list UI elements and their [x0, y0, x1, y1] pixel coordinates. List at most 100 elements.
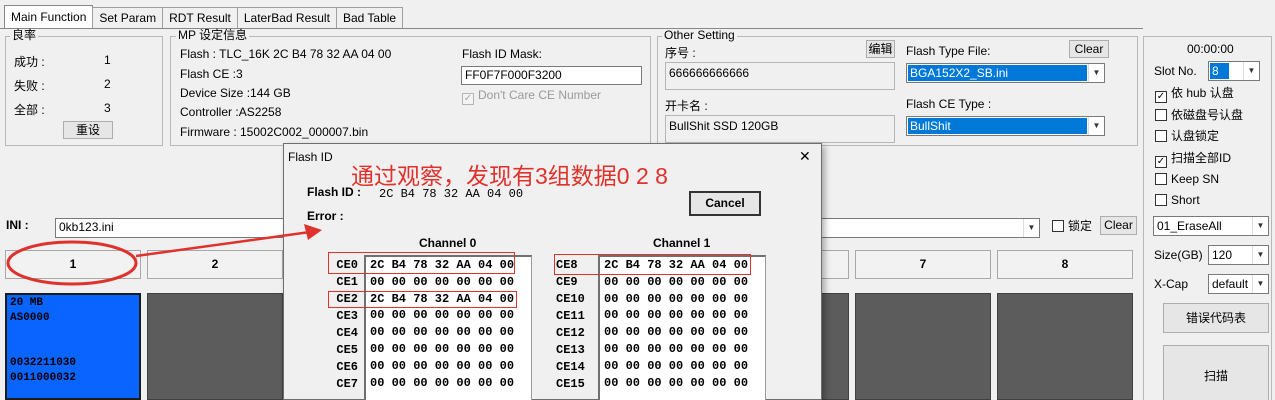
slot-header-6[interactable] [818, 250, 849, 279]
ce-label: CE11 [556, 309, 585, 323]
scan-all-label: 扫描全部ID [1171, 151, 1232, 165]
xcap-value: default [1212, 277, 1249, 291]
fail-label: 失败 : [14, 79, 45, 93]
ce-label: CE4 [336, 326, 358, 340]
flash-type-value: BGA152X2_SB.ini [908, 65, 1087, 81]
xcap-select[interactable]: default ▼ [1208, 274, 1269, 294]
error-code-button[interactable]: 错误代码表 [1163, 303, 1269, 333]
flash-ce-type-select[interactable]: BullShit ▼ [906, 116, 1105, 136]
lock-label: 认盘锁定 [1171, 129, 1220, 143]
ce-value-row: 00 00 00 00 00 00 00 [604, 325, 749, 340]
cancel-button[interactable]: Cancel [689, 191, 761, 216]
total-label: 全部 : [14, 103, 45, 117]
hub-checkbox[interactable]: ✓ 依 hub 认盘 [1155, 86, 1234, 103]
flash-type-clear-button[interactable]: Clear [1069, 40, 1109, 58]
slot-no-label: Slot No. [1154, 64, 1197, 78]
scan-button[interactable]: 扫描 [1163, 345, 1269, 400]
ce-label: CE12 [556, 326, 585, 340]
flash-type-select[interactable]: BGA152X2_SB.ini ▼ [906, 63, 1105, 83]
other-setting-title: Other Setting [662, 28, 737, 42]
slot-no-value: 8 [1210, 63, 1229, 79]
slot-header-7[interactable]: 7 [855, 250, 991, 279]
size-label: Size(GB) [1154, 248, 1203, 262]
chevron-down-icon[interactable]: ▼ [1088, 64, 1104, 82]
serial-field[interactable]: 666666666666 [665, 62, 895, 90]
tab-bar: Main Function Set Param RDT Result Later… [4, 5, 404, 29]
slot-panel-6[interactable] [818, 293, 849, 400]
tab-divider [0, 28, 1143, 29]
dont-care-ce-checkbox[interactable]: ✓ Don't Care CE Number [462, 88, 601, 105]
chevron-down-icon[interactable]: ▼ [1252, 217, 1268, 235]
tab-laterbad-result[interactable]: LaterBad Result [236, 7, 337, 28]
ce-label: CE10 [556, 292, 585, 306]
flash-info: Flash : TLC_16K 2C B4 78 32 AA 04 00 [180, 47, 392, 61]
chevron-down-icon[interactable]: ▼ [1252, 275, 1268, 293]
checkbox-icon [1155, 109, 1167, 121]
checkbox-icon [1155, 173, 1167, 185]
edit-button[interactable]: 编辑 [866, 40, 895, 58]
scan-all-checkbox[interactable]: ✓ 扫描全部ID [1155, 151, 1231, 168]
yield-group-title: 良率 [10, 28, 39, 42]
flash-ce-type-value: BullShit [908, 118, 1087, 134]
timer: 00:00:00 [1187, 42, 1234, 56]
close-icon[interactable]: ✕ [799, 148, 811, 165]
lock-checkbox[interactable]: 认盘锁定 [1155, 129, 1219, 143]
slot-header-8[interactable]: 8 [997, 250, 1133, 279]
channel1-ce-labels: CE8 CE9 CE10 CE11 CE12 CE13 CE14 CE15 [556, 257, 596, 393]
firmware-info: Firmware : 15002C002_000007.bin [180, 125, 369, 139]
channel1-values-box: 2C B4 78 32 AA 04 00 00 00 00 00 00 00 0… [598, 255, 766, 400]
keep-sn-checkbox[interactable]: Keep SN [1155, 172, 1219, 186]
reset-button[interactable]: 重设 [63, 121, 113, 139]
ce-value-row: 00 00 00 00 00 00 00 [604, 358, 749, 373]
short-checkbox[interactable]: Short [1155, 193, 1200, 207]
total-value: 3 [104, 101, 111, 115]
ce-label: CE7 [336, 377, 358, 391]
ce-label: CE3 [336, 309, 358, 323]
ini-select[interactable]: ▼ [820, 218, 1040, 238]
channel0-ce-labels: CE0 CE1 CE2 CE3 CE4 CE5 CE6 CE7 [322, 257, 358, 393]
slot1-line: 0032211030 [10, 357, 77, 369]
slot-panel-1[interactable]: 20 MB AS0000 0032211030 0011000032 [5, 293, 141, 400]
ce-label: CE9 [556, 275, 578, 289]
serial-label: 序号 : [665, 46, 696, 60]
slot-panel-7[interactable] [855, 293, 991, 400]
chevron-down-icon[interactable]: ▼ [1088, 117, 1104, 135]
chevron-down-icon[interactable]: ▼ [1243, 62, 1259, 80]
flash-id-value: 2C B4 78 32 AA 04 00 [379, 187, 524, 201]
flash-id-mask-input[interactable]: FF0F7F000F3200 [461, 66, 642, 85]
checkbox-checked-icon: ✓ [1155, 91, 1167, 103]
ce-label: CE15 [556, 377, 585, 391]
slot1-line [10, 342, 136, 357]
chevron-down-icon[interactable]: ▼ [1252, 246, 1268, 264]
disk-no-checkbox[interactable]: 依磁盘号认盘 [1155, 108, 1243, 122]
checkbox-icon [1155, 130, 1167, 142]
slot1-line: 0011000032 [10, 372, 77, 384]
dont-care-ce-label: Don't Care CE Number [478, 88, 601, 102]
slot-panel-2[interactable] [147, 293, 283, 400]
ini-label: INI : [6, 218, 29, 232]
ce-value-row: 00 00 00 00 00 00 00 [370, 274, 515, 289]
tab-bad-table[interactable]: Bad Table [335, 7, 404, 28]
mode-select[interactable]: 01_EraseAll ▼ [1153, 216, 1269, 236]
ce-value-row: 00 00 00 00 00 00 00 [604, 375, 749, 390]
tab-rdt-result[interactable]: RDT Result [162, 7, 238, 28]
ce-value-row: 00 00 00 00 00 00 00 [604, 274, 749, 289]
ce-value-row: 00 00 00 00 00 00 00 [604, 341, 749, 356]
tab-main-function[interactable]: Main Function [4, 5, 94, 28]
highlight-ce0 [328, 252, 515, 274]
tab-set-param[interactable]: Set Param [92, 7, 164, 28]
ini-clear-button[interactable]: Clear [1100, 216, 1137, 235]
ce-label: CE5 [336, 343, 358, 357]
size-select[interactable]: 120 ▼ [1208, 245, 1269, 265]
highlight-ce2 [328, 291, 517, 308]
ini-lock-checkbox[interactable]: 锁定 [1052, 219, 1092, 233]
chevron-down-icon[interactable]: ▼ [1023, 219, 1039, 237]
ce-value-row: 00 00 00 00 00 00 00 [370, 341, 515, 356]
slot-panel-8[interactable] [997, 293, 1133, 400]
success-label: 成功 : [14, 55, 45, 69]
card-name-field[interactable]: BullShit SSD 120GB [665, 115, 895, 143]
annotation-arrow [135, 224, 322, 258]
slot1-line: 20 MB [10, 297, 44, 309]
card-name-label: 开卡名 : [665, 99, 708, 113]
slot-no-select[interactable]: 8 ▼ [1208, 61, 1260, 81]
